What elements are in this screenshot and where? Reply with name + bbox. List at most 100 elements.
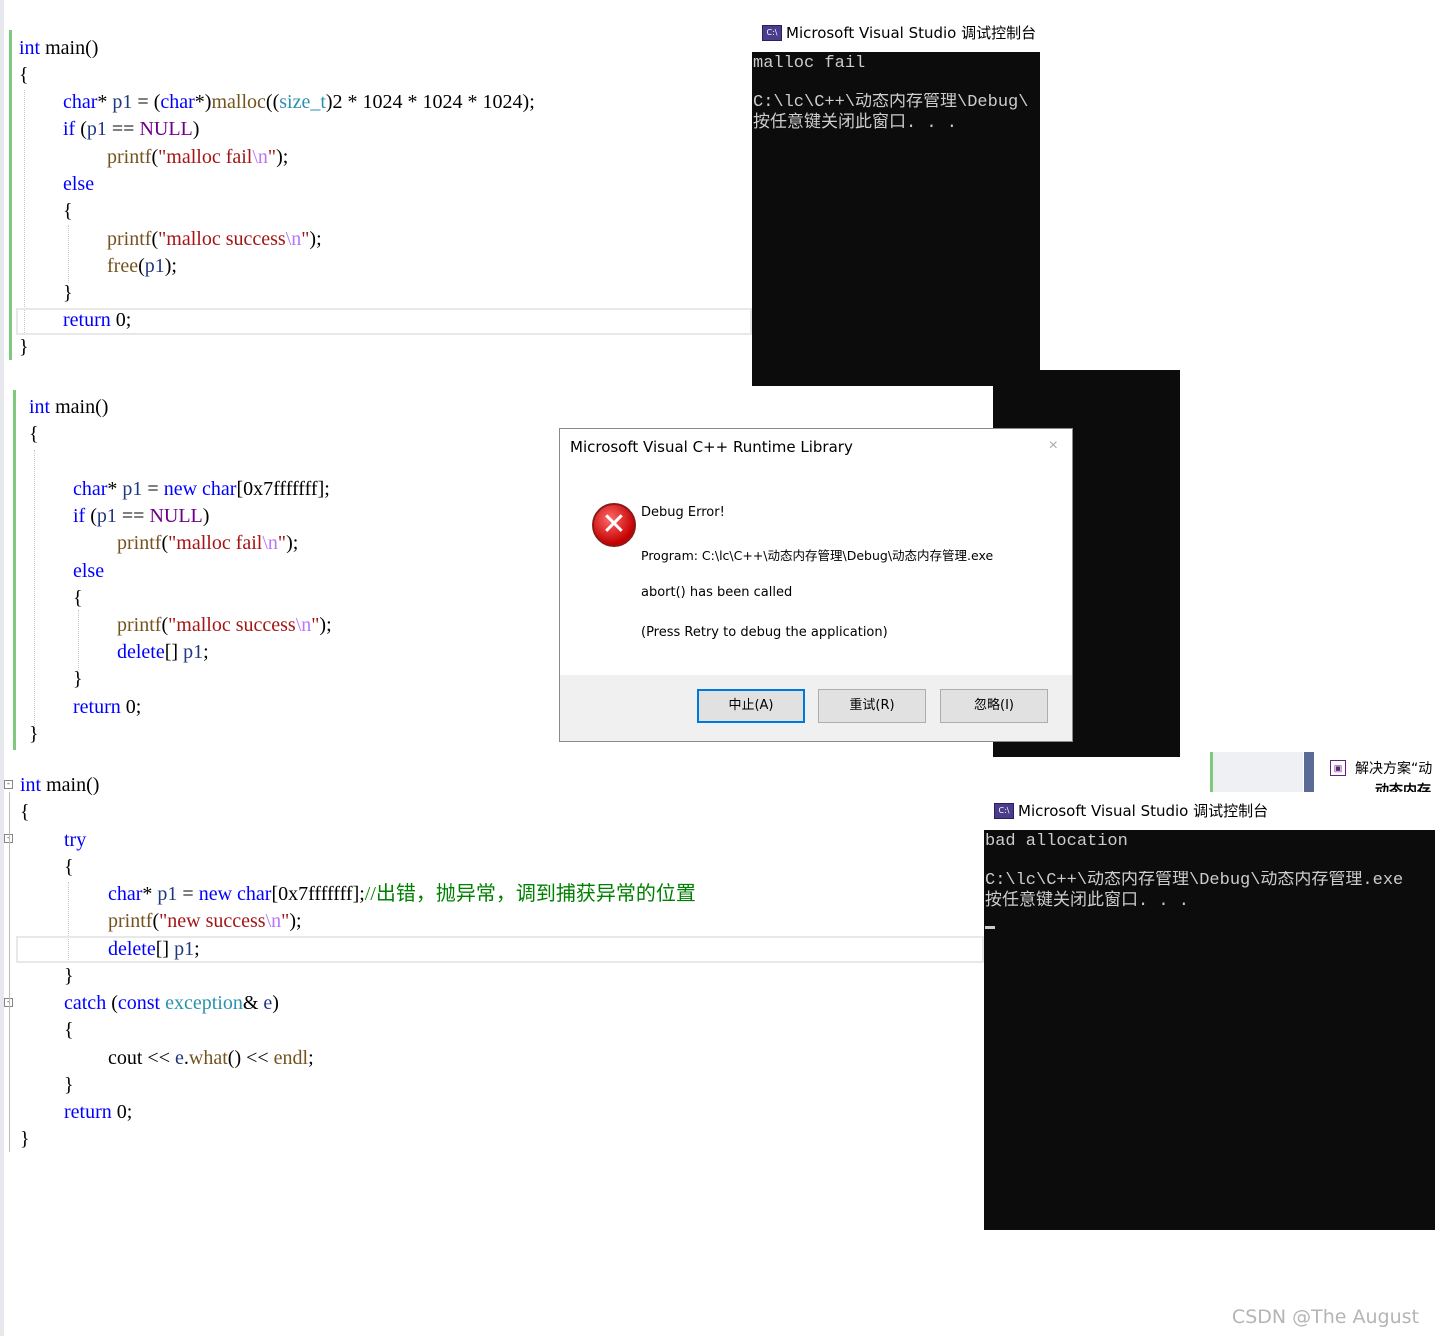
code-line[interactable]: return 0; xyxy=(63,307,131,333)
code-line[interactable]: } xyxy=(64,1072,74,1098)
code-line[interactable]: { xyxy=(64,854,74,880)
code-token: [0x7fffffff]; xyxy=(236,478,330,500)
code-token: main() xyxy=(40,37,99,59)
code-line[interactable]: } xyxy=(64,963,74,989)
code-token: "new success xyxy=(159,910,266,932)
retry-button[interactable]: 重试(R) xyxy=(818,689,926,723)
code-line[interactable]: char* p1 = (char*)malloc((size_t)2 * 102… xyxy=(63,89,535,115)
code-token: ); xyxy=(164,255,177,277)
code-line[interactable]: else xyxy=(73,558,104,584)
console-output: 按任意键关闭此窗口. . . xyxy=(753,114,958,133)
code-line[interactable]: if (p1 == NULL) xyxy=(63,116,199,142)
code-line[interactable]: { xyxy=(20,799,30,825)
code-line[interactable]: { xyxy=(19,62,29,88)
runtime-error-dialog[interactable]: Microsoft Visual C++ Runtime Library × ✕… xyxy=(559,428,1073,742)
code-line[interactable]: { xyxy=(29,421,39,447)
code-token: char xyxy=(160,91,195,113)
code-line[interactable]: } xyxy=(29,721,39,747)
console-output: 按任意键关闭此窗口. . . xyxy=(985,892,1190,911)
code-token: == xyxy=(116,505,150,527)
code-line[interactable]: cout << e.what() << endl; xyxy=(108,1045,314,1071)
debug-console-window[interactable]: C:\ Microsoft Visual Studio 调试控制台 bad al… xyxy=(984,792,1435,1230)
code-line[interactable]: int main() xyxy=(19,35,98,61)
code-token: p1 xyxy=(122,478,143,500)
code-line[interactable]: int main() xyxy=(29,394,108,420)
code-token: p1 xyxy=(157,883,178,905)
code-line[interactable]: printf("malloc success\n"); xyxy=(107,226,322,252)
code-token: } xyxy=(64,1074,74,1096)
code-token: )2 * 1024 * 1024 * 1024); xyxy=(325,91,535,113)
code-line[interactable]: catch (const exception& e) xyxy=(64,990,279,1016)
code-line[interactable]: } xyxy=(73,666,83,692)
code-token: if xyxy=(73,505,86,527)
code-line[interactable]: } xyxy=(20,1126,30,1152)
code-line[interactable]: printf("new success\n"); xyxy=(108,908,302,934)
code-token: char xyxy=(73,478,108,500)
code-token: ) xyxy=(202,505,210,527)
code-line[interactable]: int main() xyxy=(20,772,99,798)
code-token: ( xyxy=(106,992,118,1014)
code-token: } xyxy=(20,1128,30,1150)
code-token: "malloc fail xyxy=(168,532,263,554)
code-line[interactable]: printf("malloc fail\n"); xyxy=(107,144,288,170)
code-line[interactable]: printf("malloc fail\n"); xyxy=(117,530,298,556)
code-token: { xyxy=(63,200,73,222)
code-token: char xyxy=(237,883,272,905)
code-line[interactable]: } xyxy=(19,334,29,360)
code-line[interactable]: return 0; xyxy=(73,694,141,720)
splitter xyxy=(1304,752,1314,794)
close-icon[interactable]: × xyxy=(1049,437,1058,455)
console-output: C:\lc\C++\动态内存管理\Debug\ xyxy=(753,93,1029,112)
code-token: new xyxy=(163,478,198,500)
code-line[interactable]: char* p1 = new char[0x7fffffff];//出错，抛异常… xyxy=(108,881,696,907)
code-token: *) xyxy=(194,91,212,113)
code-line[interactable]: printf("malloc success\n"); xyxy=(117,612,332,638)
code-token: int xyxy=(20,774,42,796)
debug-console-window[interactable]: C:\ Microsoft Visual Studio 调试控制台 malloc… xyxy=(752,14,1040,386)
dialog-title: Microsoft Visual C++ Runtime Library xyxy=(570,438,853,456)
code-token: = xyxy=(142,478,164,500)
code-token: return xyxy=(73,696,121,718)
code-token: \n xyxy=(252,146,268,168)
solution-icon: ▣ xyxy=(1330,760,1346,776)
console-output: malloc fail xyxy=(753,54,866,73)
code-line[interactable]: free(p1); xyxy=(107,253,177,279)
code-line[interactable]: try xyxy=(64,827,86,853)
code-token: p1 xyxy=(174,938,195,960)
code-token: return xyxy=(64,1101,112,1123)
ignore-button[interactable]: 忽略(I) xyxy=(940,689,1048,723)
code-line[interactable]: { xyxy=(73,585,83,611)
code-token: } xyxy=(29,723,39,745)
console-app-icon: C:\ xyxy=(762,25,782,41)
code-line[interactable]: if (p1 == NULL) xyxy=(73,503,209,529)
code-line[interactable]: else xyxy=(63,171,94,197)
code-token: ); xyxy=(319,614,332,636)
code-token: const xyxy=(117,992,161,1014)
code-token: (( xyxy=(265,91,280,113)
collapse-icon[interactable]: - xyxy=(4,780,13,789)
code-token: p1 xyxy=(112,91,133,113)
code-line[interactable]: { xyxy=(64,1017,74,1043)
console-app-icon: C:\ xyxy=(994,803,1014,819)
console-title-bar[interactable]: C:\ Microsoft Visual Studio 调试控制台 xyxy=(984,792,1435,830)
code-token: \n xyxy=(285,228,302,250)
code-line[interactable]: } xyxy=(63,280,73,306)
code-line[interactable]: char* p1 = new char[0x7fffffff]; xyxy=(73,476,330,502)
console-title-bar[interactable]: C:\ Microsoft Visual Studio 调试控制台 xyxy=(752,14,1040,52)
code-token: int xyxy=(29,396,51,418)
code-line[interactable]: delete[] p1; xyxy=(108,936,200,962)
code-token: e xyxy=(175,1047,184,1069)
code-token: = xyxy=(177,883,199,905)
code-line[interactable]: return 0; xyxy=(64,1099,132,1125)
code-line[interactable]: delete[] p1; xyxy=(117,639,209,665)
code-token: } xyxy=(19,336,29,358)
code-token: } xyxy=(73,668,83,690)
code-token: free xyxy=(107,255,139,277)
abort-button[interactable]: 中止(A) xyxy=(697,689,805,723)
code-line[interactable]: { xyxy=(63,198,73,224)
code-token: } xyxy=(63,282,73,304)
code-token: delete xyxy=(108,938,156,960)
solution-label[interactable]: 解决方案“动 xyxy=(1355,758,1432,778)
indent-guide xyxy=(34,450,35,730)
code-token: p1 xyxy=(144,255,165,277)
